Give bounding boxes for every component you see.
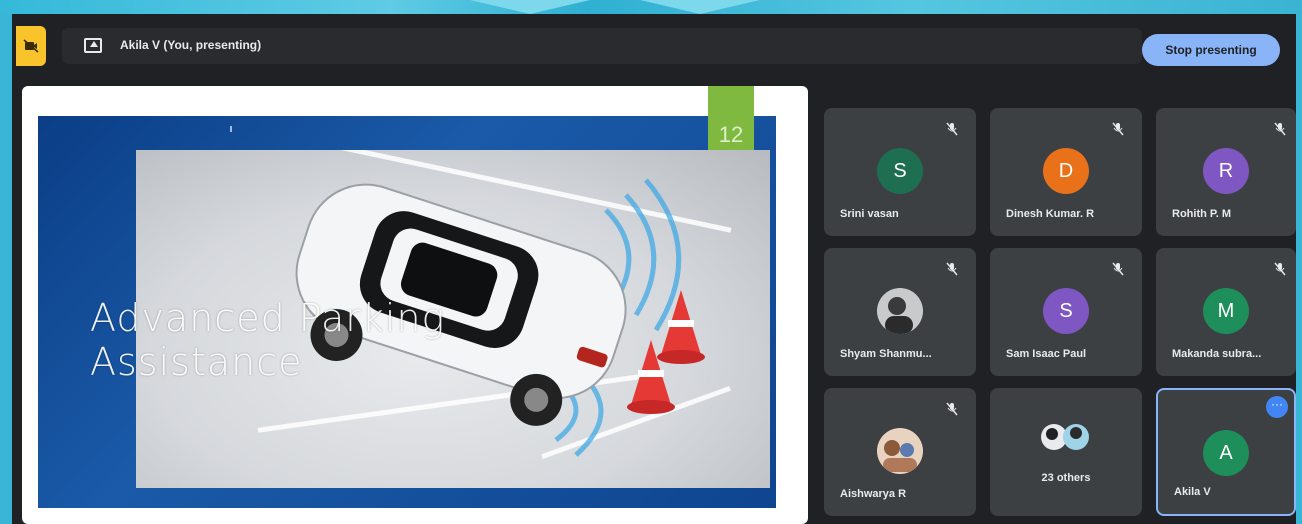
participant-tile[interactable]: Aishwarya R — [824, 388, 976, 516]
mic-off-icon — [946, 262, 958, 276]
presentation-panel: 12 Advanced Parking Assistance — [22, 86, 808, 524]
participant-name: Rohith P. M — [1172, 208, 1232, 220]
presenting-banner: Akila V (You, presenting) — [62, 28, 1142, 64]
presenting-label: Akila V (You, presenting) — [120, 38, 262, 52]
avatar: S — [1043, 288, 1089, 334]
background-band — [0, 0, 1302, 14]
present-screen-icon — [84, 38, 102, 53]
avatar: R — [1203, 148, 1249, 194]
mic-off-icon — [1112, 262, 1124, 276]
participant-tile[interactable]: D Dinesh Kumar. R — [990, 108, 1142, 236]
participant-name: Srini vasan — [840, 208, 899, 220]
avatar-photo — [877, 288, 923, 334]
more-options-icon[interactable]: ··· — [1266, 396, 1288, 418]
avatar: D — [1043, 148, 1089, 194]
avatar-photo — [877, 428, 923, 474]
slide-title: Advanced Parking Assistance — [90, 296, 446, 384]
meeting-window: Akila V (You, presenting) Stop presentin… — [12, 14, 1296, 524]
participant-name: Akila V — [1174, 486, 1211, 498]
participant-count: 23 others — [1041, 472, 1091, 484]
participant-tile[interactable]: R Rohith P. M — [1156, 108, 1296, 236]
participant-name: Shyam Shanmu... — [840, 348, 932, 360]
camera-off-icon[interactable] — [16, 26, 46, 66]
participant-name: Aishwarya R — [840, 488, 907, 500]
participant-tile[interactable]: S Srini vasan — [824, 108, 976, 236]
slide: 12 Advanced Parking Assistance — [38, 86, 776, 508]
avatar: M — [1203, 288, 1249, 334]
avatar: A — [1203, 430, 1249, 476]
mic-off-icon — [1112, 122, 1124, 136]
participant-tile[interactable]: 23 others — [990, 388, 1142, 516]
slide-marker — [230, 126, 232, 132]
avatar: S — [877, 148, 923, 194]
mic-off-icon — [946, 122, 958, 136]
participant-tile-self[interactable]: ··· A Akila V — [1156, 388, 1296, 516]
mic-off-icon — [1274, 122, 1286, 136]
participant-tile[interactable]: Shyam Shanmu... — [824, 248, 976, 376]
participant-name: Makanda subra... — [1172, 348, 1262, 360]
participant-tile[interactable]: S Sam Isaac Paul — [990, 248, 1142, 376]
participant-tile[interactable]: M Makanda subra... — [1156, 248, 1296, 376]
slide-number: 12 — [708, 86, 754, 156]
background-right — [1296, 14, 1302, 524]
top-bar: Akila V (You, presenting) Stop presentin… — [12, 14, 1296, 72]
stop-presenting-button[interactable]: Stop presenting — [1142, 34, 1280, 66]
participant-name: Dinesh Kumar. R — [1006, 208, 1095, 220]
background-left — [0, 14, 12, 524]
decor-triangle — [470, 0, 590, 14]
decor-triangle — [640, 0, 760, 14]
participant-name: Sam Isaac Paul — [1006, 348, 1087, 360]
mic-off-icon — [946, 402, 958, 416]
group-avatars — [1038, 422, 1094, 452]
mic-off-icon — [1274, 262, 1286, 276]
